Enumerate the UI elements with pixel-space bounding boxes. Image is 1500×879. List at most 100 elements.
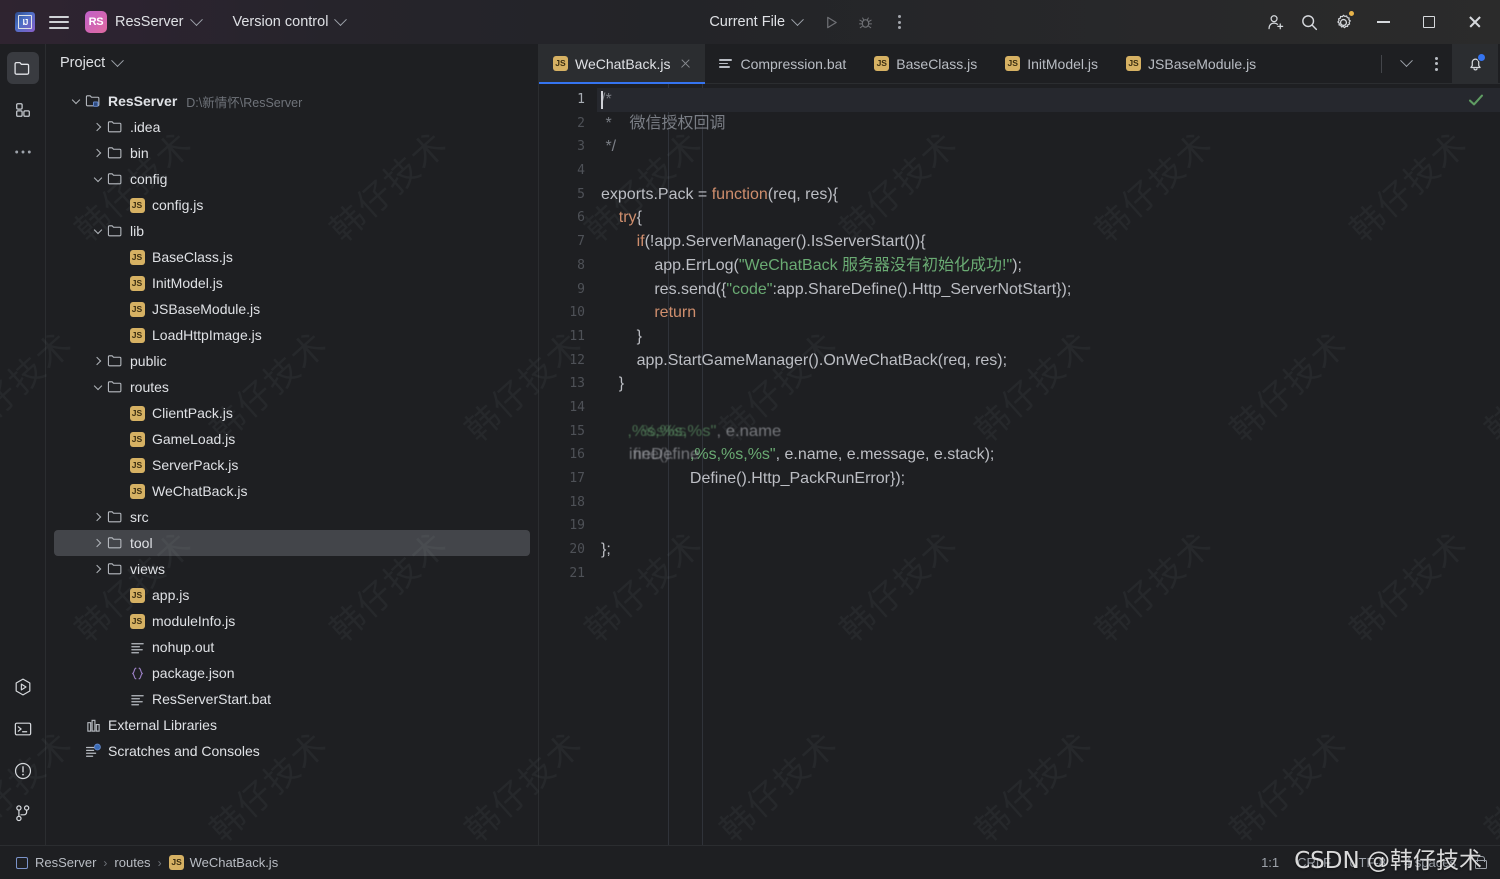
folder-icon <box>106 352 124 370</box>
tree-node[interactable]: JS InitModel.js <box>46 270 538 296</box>
breadcrumb-item[interactable]: JS WeChatBack.js <box>169 854 278 872</box>
library-icon <box>84 716 102 734</box>
tree-node[interactable]: JS ClientPack.js <box>46 400 538 426</box>
line-number: 3 <box>577 139 585 155</box>
tree-node-label: LoadHttpImage.js <box>152 327 262 343</box>
close-tab-icon[interactable] <box>679 58 691 70</box>
line-number: 21 <box>569 565 585 581</box>
sidebar-item-terminal[interactable] <box>7 713 39 745</box>
tree-node[interactable]: views <box>46 556 538 582</box>
chevron-down-icon[interactable] <box>90 223 106 239</box>
minimize-button[interactable] <box>1360 0 1406 44</box>
breadcrumb[interactable]: ResServer › routes › JS WeChatBack.js <box>14 854 278 872</box>
sidebar-item-more[interactable] <box>7 136 39 168</box>
tree-node[interactable]: JS LoadHttpImage.js <box>46 322 538 348</box>
editor-area: JS WeChatBack.js Compression.bat JS BaseClas… <box>539 43 1500 845</box>
tree-node[interactable]: ResServer D:\新情怀\ResServer <box>46 88 538 114</box>
tree-node[interactable]: JS BaseClass.js <box>46 244 538 270</box>
js-file-icon: JS <box>128 430 146 448</box>
tree-node[interactable]: JS WeChatBack.js <box>46 478 538 504</box>
chevron-right-icon[interactable] <box>90 535 106 551</box>
more-vertical-icon[interactable] <box>884 7 914 37</box>
tree-node[interactable]: JS config.js <box>46 192 538 218</box>
tree-node[interactable]: JS app.js <box>46 582 538 608</box>
chevron-down-icon[interactable] <box>90 171 106 187</box>
tree-node[interactable]: package.json <box>46 660 538 686</box>
breadcrumb-item[interactable]: routes <box>114 855 150 870</box>
caret-position[interactable]: 1:1 <box>1261 855 1279 870</box>
chevron-down-icon <box>111 53 125 67</box>
chevron-down-icon[interactable] <box>1392 50 1420 78</box>
sidebar-item-run[interactable] <box>7 671 39 703</box>
chevron-right-icon[interactable] <box>90 145 106 161</box>
editor-tab[interactable]: JS InitModel.js <box>991 44 1112 83</box>
maximize-button[interactable] <box>1406 0 1452 44</box>
tree-node[interactable]: JS moduleInfo.js <box>46 608 538 634</box>
tree-node-label: lib <box>130 223 145 239</box>
tree-node[interactable]: .idea <box>46 114 538 140</box>
tree-node[interactable]: routes <box>46 374 538 400</box>
chevron-right-icon[interactable] <box>90 509 106 525</box>
breadcrumb-item[interactable]: ResServer <box>14 854 96 872</box>
code-editor[interactable]: 1 2 3 4 5 6 7 8 9 10 11 12 13 14 15 16 17 18 19 20 21 /* * 微… <box>539 84 1500 845</box>
checkmark-ok-icon[interactable] <box>1466 90 1486 110</box>
tree-node[interactable]: public <box>46 348 538 374</box>
sidebar-item-project[interactable] <box>6 52 39 84</box>
tree-node-label: ServerPack.js <box>152 457 239 473</box>
tree-node[interactable]: src <box>46 504 538 530</box>
breadcrumb-label: routes <box>114 855 151 870</box>
line-number: 17 <box>569 471 585 486</box>
tree-node[interactable]: lib <box>46 218 538 244</box>
tree-node[interactable]: JS ServerPack.js <box>46 452 538 478</box>
search-icon[interactable] <box>1292 5 1326 39</box>
editor-tab[interactable]: JS BaseClass.js <box>860 44 991 83</box>
editor-tab[interactable]: Compression.bat <box>705 44 860 83</box>
tree-node[interactable]: config <box>46 166 538 192</box>
text-file-icon <box>128 638 146 656</box>
code-content[interactable]: /* * 微信授权回调 */ exports.Pack = function(r… <box>597 84 1500 845</box>
tree-node[interactable]: nohup.out <box>46 634 538 660</box>
js-file-icon: JS <box>1126 56 1142 71</box>
chevron-right-icon[interactable] <box>90 119 106 135</box>
editor-tab[interactable]: JS JSBaseModule.js <box>1112 44 1270 83</box>
tree-node[interactable]: External Libraries <box>46 712 538 738</box>
tree-node[interactable]: bin <box>46 140 538 166</box>
run-configuration-selector[interactable]: Current File <box>699 10 812 34</box>
tree-node-path-hint: D:\新情怀\ResServer <box>186 95 303 110</box>
debug-bug-icon[interactable] <box>850 7 880 37</box>
project-tree[interactable]: ResServer D:\新情怀\ResServer .idea bin config J… <box>46 82 538 845</box>
breadcrumb-separator: › <box>103 855 108 870</box>
chevron-down-icon[interactable] <box>68 93 84 109</box>
project-selector[interactable]: RS ResServer <box>80 7 209 37</box>
chevron-down-icon[interactable] <box>90 379 106 395</box>
chevron-right-icon[interactable] <box>90 353 106 369</box>
bell-icon[interactable] <box>1452 43 1498 84</box>
tree-node[interactable]: Scratches and Consoles <box>46 738 538 764</box>
editor-tab[interactable]: JS WeChatBack.js <box>539 44 706 84</box>
more-vertical-icon[interactable] <box>1422 50 1450 78</box>
close-button[interactable] <box>1452 0 1498 44</box>
hamburger-menu-icon[interactable] <box>42 5 76 39</box>
sidebar-item-structure[interactable] <box>7 94 39 126</box>
gear-icon[interactable] <box>1326 5 1360 39</box>
sidebar-item-git[interactable] <box>7 797 39 829</box>
version-control-menu[interactable]: Version control <box>223 10 356 34</box>
chevron-right-icon[interactable] <box>90 561 106 577</box>
intellij-idea-logo-icon[interactable]: IJ <box>8 5 42 39</box>
tree-node[interactable]: ResServerStart.bat <box>46 686 538 712</box>
code-line-20: }; <box>601 541 611 559</box>
tree-node-label: GameLoad.js <box>152 431 236 447</box>
project-panel-header[interactable]: Project <box>46 44 538 82</box>
tree-node-selected[interactable]: tool <box>54 530 530 556</box>
tree-node[interactable]: JS GameLoad.js <box>46 426 538 452</box>
add-user-icon[interactable] <box>1258 5 1292 39</box>
sidebar-item-problems[interactable] <box>7 755 39 787</box>
tree-node-label: External Libraries <box>108 717 217 733</box>
run-play-icon[interactable] <box>816 7 846 37</box>
tree-node[interactable]: JS JSBaseModule.js <box>46 296 538 322</box>
